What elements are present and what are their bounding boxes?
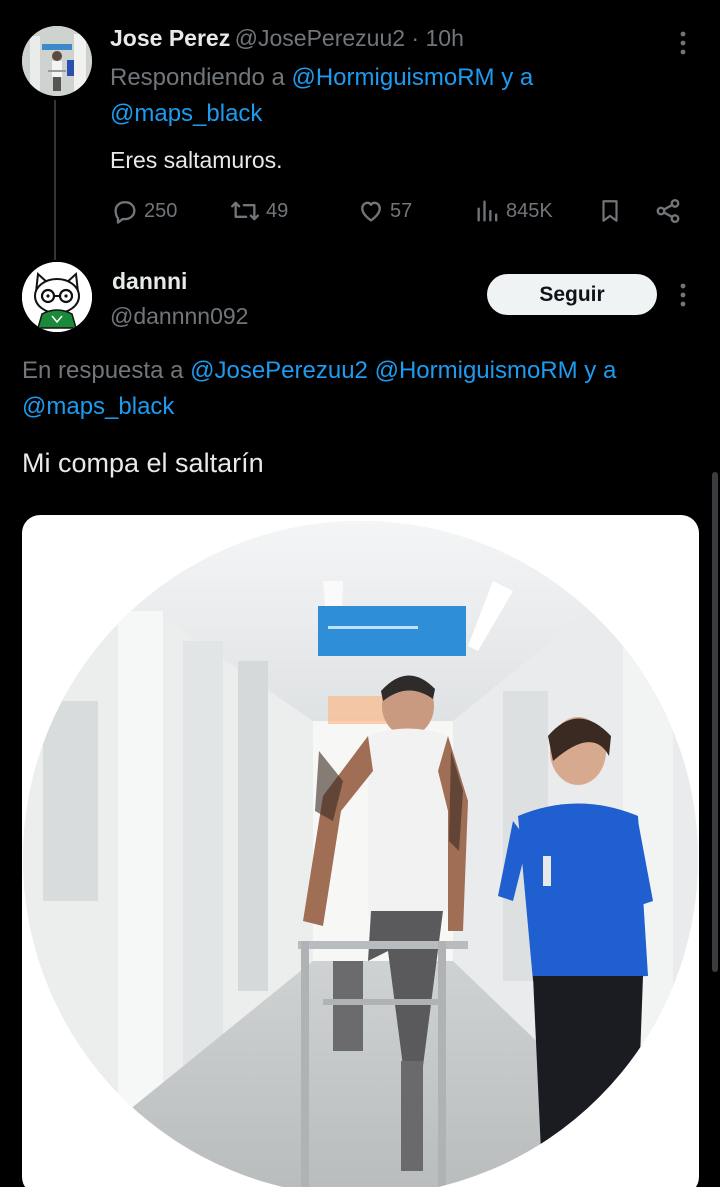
reply-count: 250 [144,199,178,222]
repost-icon [231,201,259,221]
replying-to: Respondiendo a @HormiguismoRM y a @maps_… [110,64,534,127]
tweet-media-image[interactable] [22,515,699,1187]
views-icon [477,200,498,222]
tweet-text: Mi compa el saltarín [22,448,264,478]
mention-link[interactable]: @maps_black [22,393,174,420]
share-button[interactable] [654,197,682,225]
avatar[interactable] [22,26,92,96]
hospital-hallway-photo [23,521,698,1187]
handle-and-time[interactable]: @JosePerezuu2 · 10h [235,25,464,51]
bookmark-icon [602,200,618,222]
like-icon [361,201,381,222]
display-name[interactable]: Jose Perez [110,25,230,51]
display-name[interactable]: dannni [112,268,187,295]
mention-link[interactable]: @JosePerezuu2 [190,357,368,384]
repost-button[interactable]: 49 [228,197,288,225]
tweet-text: Eres saltamuros. [110,147,283,173]
in-reply-to: En respuesta a @JosePerezuu2 @Hormiguism… [22,357,617,420]
reply-button[interactable]: 250 [110,197,177,225]
avatar[interactable] [22,262,92,332]
thread-connector-line [54,100,56,260]
tweet-header: Jose Perez @JosePerezuu2 · 10h [110,25,464,52]
views-button[interactable]: 845K [474,197,553,225]
mention-link[interactable]: @HormiguismoRM [375,357,578,384]
share-icon [656,198,680,224]
views-count: 845K [506,199,553,222]
more-options-icon[interactable] [678,282,688,308]
mention-link[interactable]: @maps_black [110,100,262,127]
repost-count: 49 [266,199,289,222]
handle[interactable]: @dannnn092 [110,303,248,330]
reply-icon [114,201,136,224]
bookmark-button[interactable] [597,197,623,225]
more-options-icon[interactable] [678,30,688,56]
scrollbar[interactable] [712,472,718,972]
like-button[interactable]: 57 [356,197,412,225]
cat-avatar-icon [22,262,92,332]
mention-link[interactable]: @HormiguismoRM [291,64,494,91]
like-count: 57 [390,199,413,222]
follow-button[interactable]: Seguir [487,274,657,315]
